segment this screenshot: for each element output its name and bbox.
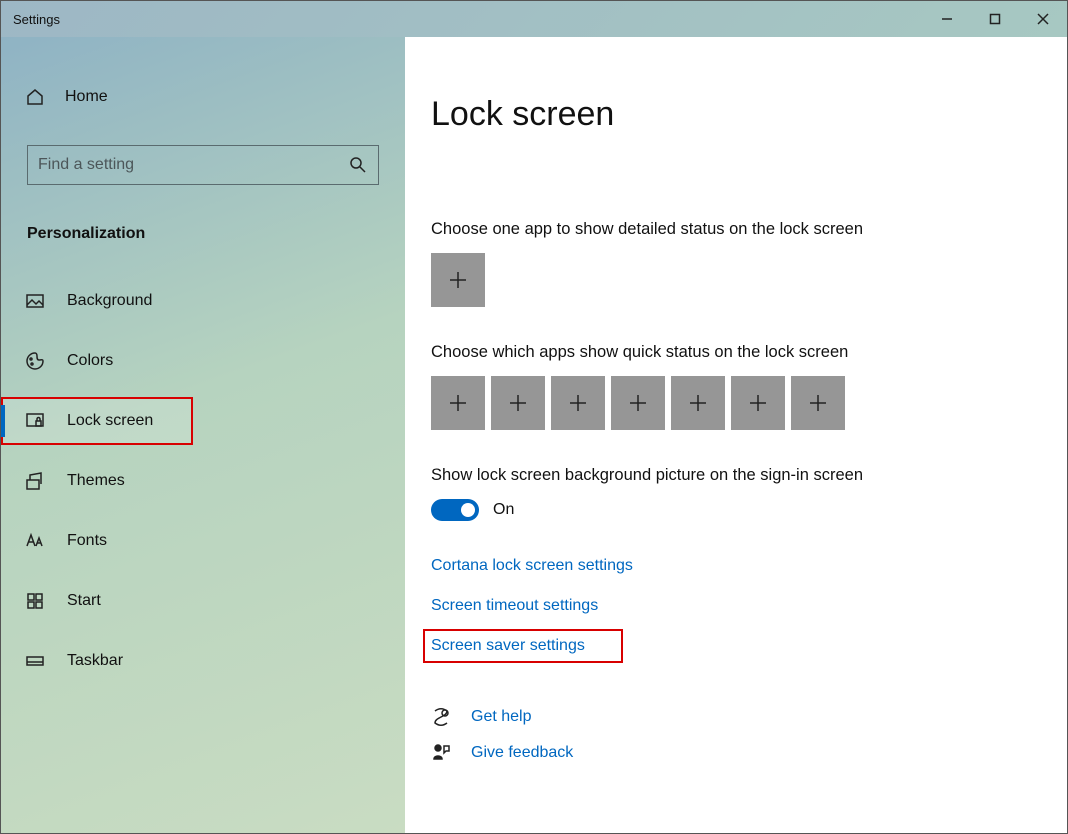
nav-item-start[interactable]: Start bbox=[1, 577, 405, 625]
feedback-icon bbox=[431, 743, 451, 763]
nav-item-label: Lock screen bbox=[67, 412, 153, 430]
toggle-state: On bbox=[493, 501, 514, 519]
palette-icon bbox=[25, 351, 45, 371]
nav-item-background[interactable]: Background bbox=[1, 277, 405, 325]
nav-item-label: Themes bbox=[67, 472, 125, 490]
search-input[interactable] bbox=[38, 156, 348, 174]
cortana-link[interactable]: Cortana lock screen settings bbox=[431, 557, 633, 575]
maximize-button[interactable] bbox=[971, 1, 1019, 37]
themes-icon bbox=[25, 471, 45, 491]
nav-item-themes[interactable]: Themes bbox=[1, 457, 405, 505]
quick-status-block: Choose which apps show quick status on t… bbox=[431, 343, 1031, 430]
quick-status-slot[interactable] bbox=[611, 376, 665, 430]
close-button[interactable] bbox=[1019, 1, 1067, 37]
nav-item-taskbar[interactable]: Taskbar bbox=[1, 637, 405, 685]
nav: Background Colors Lock screen Themes Fon… bbox=[1, 277, 405, 697]
show-bg-toggle[interactable] bbox=[431, 499, 479, 521]
quick-status-label: Choose which apps show quick status on t… bbox=[431, 343, 1031, 362]
feedback-link[interactable]: Give feedback bbox=[471, 744, 573, 762]
quick-status-slot[interactable] bbox=[671, 376, 725, 430]
picture-icon bbox=[25, 291, 45, 311]
minimize-button[interactable] bbox=[923, 1, 971, 37]
fonts-icon bbox=[25, 531, 45, 551]
get-help-link[interactable]: Get help bbox=[471, 708, 531, 726]
help-icon bbox=[431, 707, 451, 727]
quick-status-slot[interactable] bbox=[551, 376, 605, 430]
start-icon bbox=[25, 591, 45, 611]
nav-item-label: Fonts bbox=[67, 532, 107, 550]
detailed-status-label: Choose one app to show detailed status o… bbox=[431, 220, 1031, 239]
quick-status-slot[interactable] bbox=[791, 376, 845, 430]
quick-status-slot[interactable] bbox=[731, 376, 785, 430]
home-label: Home bbox=[65, 88, 108, 106]
sidebar: Home Personalization Background Colors L… bbox=[1, 37, 405, 833]
detailed-status-block: Choose one app to show detailed status o… bbox=[431, 220, 1031, 307]
nav-item-label: Colors bbox=[67, 352, 113, 370]
main-content: Lock screen Choose one app to show detai… bbox=[405, 37, 1067, 833]
section-title: Personalization bbox=[1, 225, 405, 243]
get-help-row[interactable]: Get help bbox=[431, 707, 1031, 727]
window-title: Settings bbox=[13, 12, 60, 27]
nav-item-label: Start bbox=[67, 592, 101, 610]
detailed-status-add-button[interactable] bbox=[431, 253, 485, 307]
show-bg-block: Show lock screen background picture on t… bbox=[431, 466, 1031, 521]
quick-status-slot[interactable] bbox=[491, 376, 545, 430]
quick-status-slot[interactable] bbox=[431, 376, 485, 430]
page-title: Lock screen bbox=[431, 95, 1031, 134]
feedback-row[interactable]: Give feedback bbox=[431, 743, 1031, 763]
body: Home Personalization Background Colors L… bbox=[1, 37, 1067, 833]
nav-item-label: Background bbox=[67, 292, 152, 310]
nav-item-fonts[interactable]: Fonts bbox=[1, 517, 405, 565]
lockscreen-icon bbox=[25, 411, 45, 431]
search-icon bbox=[348, 155, 368, 175]
home-button[interactable]: Home bbox=[1, 81, 405, 113]
screensaver-link[interactable]: Screen saver settings bbox=[431, 637, 615, 655]
show-bg-label: Show lock screen background picture on t… bbox=[431, 466, 1031, 485]
home-icon bbox=[25, 87, 45, 107]
window-controls bbox=[923, 1, 1067, 37]
nav-item-lock-screen[interactable]: Lock screen bbox=[1, 397, 193, 445]
search-box[interactable] bbox=[27, 145, 379, 185]
timeout-link[interactable]: Screen timeout settings bbox=[431, 597, 598, 615]
nav-item-colors[interactable]: Colors bbox=[1, 337, 405, 385]
taskbar-icon bbox=[25, 651, 45, 671]
titlebar: Settings bbox=[1, 1, 1067, 37]
nav-item-label: Taskbar bbox=[67, 652, 123, 670]
